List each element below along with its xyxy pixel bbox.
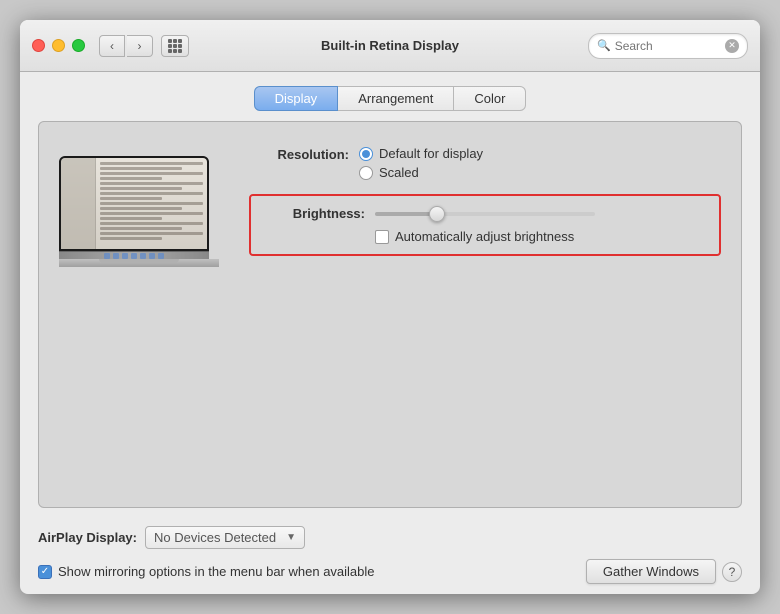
auto-brightness-label: Automatically adjust brightness	[395, 229, 574, 244]
search-icon: 🔍	[597, 39, 611, 52]
search-clear-button[interactable]: ✕	[725, 39, 739, 53]
airplay-row: AirPlay Display: No Devices Detected ▼	[20, 518, 760, 555]
resolution-scaled-option[interactable]: Scaled	[359, 165, 483, 180]
brightness-label: Brightness:	[265, 206, 365, 221]
search-input[interactable]	[615, 39, 725, 53]
resolution-options: Default for display Scaled	[359, 146, 483, 180]
airplay-label: AirPlay Display:	[38, 530, 137, 545]
brightness-slider-track[interactable]	[375, 212, 595, 216]
resolution-scaled-label: Scaled	[379, 165, 419, 180]
content-area: Display Arrangement Color	[20, 72, 760, 594]
window-title: Built-in Retina Display	[321, 38, 459, 53]
auto-brightness-checkbox[interactable]	[375, 230, 389, 244]
traffic-lights	[32, 39, 85, 52]
titlebar: ‹ › Built-in Retina Display 🔍 ✕	[20, 20, 760, 72]
mac-screen	[59, 156, 209, 251]
tab-arrangement[interactable]: Arrangement	[338, 86, 454, 111]
bottom-section: AirPlay Display: No Devices Detected ▼ S…	[20, 518, 760, 594]
settings-panel: Resolution: Default for display Scaled	[249, 146, 721, 256]
tab-color[interactable]: Color	[454, 86, 526, 111]
back-icon: ‹	[110, 39, 114, 53]
help-button[interactable]: ?	[722, 562, 742, 582]
main-window: ‹ › Built-in Retina Display 🔍 ✕ Display	[20, 20, 760, 594]
brightness-row: Brightness:	[265, 206, 705, 221]
back-button[interactable]: ‹	[99, 35, 125, 57]
minimize-button[interactable]	[52, 39, 65, 52]
tab-display[interactable]: Display	[254, 86, 339, 111]
mirroring-label: Show mirroring options in the menu bar w…	[58, 564, 375, 579]
grid-view-button[interactable]	[161, 35, 189, 57]
tabs-bar: Display Arrangement Color	[20, 72, 760, 121]
resolution-scaled-radio[interactable]	[359, 166, 373, 180]
nav-buttons: ‹ ›	[99, 35, 153, 57]
dropdown-arrow-icon: ▼	[286, 532, 296, 543]
brightness-box: Brightness: Automatically adjust brightn…	[249, 194, 721, 256]
mirroring-checkbox[interactable]	[38, 565, 52, 579]
brightness-slider-container	[375, 212, 705, 216]
gather-windows-button[interactable]: Gather Windows	[586, 559, 716, 584]
display-panel: Resolution: Default for display Scaled	[38, 121, 742, 508]
mac-preview	[59, 156, 219, 266]
close-button[interactable]	[32, 39, 45, 52]
resolution-row: Resolution: Default for display Scaled	[249, 146, 721, 180]
mirroring-row: Show mirroring options in the menu bar w…	[20, 555, 760, 594]
airplay-dropdown[interactable]: No Devices Detected ▼	[145, 526, 305, 549]
resolution-default-radio[interactable]	[359, 147, 373, 161]
maximize-button[interactable]	[72, 39, 85, 52]
grid-icon	[168, 39, 182, 53]
search-box[interactable]: 🔍 ✕	[588, 33, 748, 59]
forward-button[interactable]: ›	[127, 35, 153, 57]
resolution-default-option[interactable]: Default for display	[359, 146, 483, 161]
resolution-default-label: Default for display	[379, 146, 483, 161]
auto-brightness-row: Automatically adjust brightness	[375, 229, 705, 244]
brightness-slider-thumb[interactable]	[429, 206, 445, 222]
forward-icon: ›	[138, 39, 142, 53]
airplay-dropdown-value: No Devices Detected	[154, 530, 276, 545]
resolution-label: Resolution:	[249, 146, 349, 162]
